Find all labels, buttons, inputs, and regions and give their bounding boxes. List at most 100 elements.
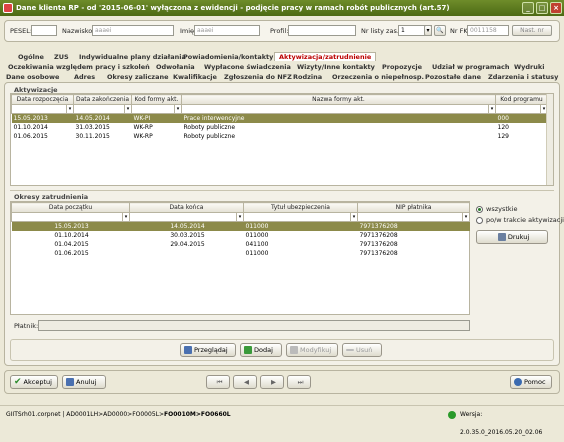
accept-button[interactable]: ✔ Akceptuj: [10, 375, 58, 389]
filter-dropdown-icon[interactable]: ▾: [488, 105, 495, 113]
browse-button[interactable]: Przeglądaj: [180, 343, 236, 357]
platnik-label: Płatnik:: [14, 322, 39, 330]
add-button[interactable]: Dodaj: [240, 343, 282, 357]
table-row[interactable]: 01.04.2015 29.04.2015 041100 7971376208: [12, 240, 470, 249]
okresy-grid[interactable]: Data początku Data końca Tytuł ubezpiecz…: [10, 201, 470, 315]
tab-dane-osobowe[interactable]: Dane osobowe: [6, 73, 59, 81]
cell: 01.06.2015: [13, 132, 48, 140]
tab-wyplacone[interactable]: Wypłacone świadczenia: [204, 63, 291, 71]
tab-kwalifikacje[interactable]: Kwalifikacje: [173, 73, 217, 81]
filter-cell[interactable]: ▾: [11, 104, 74, 114]
cell: 01.10.2014: [13, 123, 48, 131]
nazwisko-field[interactable]: aaaei: [92, 25, 174, 36]
cell: 041100: [245, 240, 269, 248]
cell: 30.03.2015: [170, 231, 205, 239]
tab-odwolania[interactable]: Odwołania: [156, 63, 195, 71]
modify-button[interactable]: Modyfikuj: [286, 343, 338, 357]
radio-icon[interactable]: [476, 205, 483, 213]
status-bar: GIITSrh01.corpnet | AD0001LH>AD0000>FO00…: [0, 405, 564, 436]
tab-zus[interactable]: ZUS: [54, 53, 69, 61]
vertical-scrollbar[interactable]: [546, 94, 553, 185]
table-row[interactable]: 15.05.2013 14.05.2014 WK-PI Prace interwenc…: [11, 113, 548, 123]
tab-oczekiwania[interactable]: Oczekiwania względem pracy i szkoleń: [8, 63, 150, 71]
nr-listy-dropdown-icon[interactable]: ▾: [424, 25, 432, 36]
table-row[interactable]: 15.05.2013 14.05.2014 011000 7971376208: [11, 221, 470, 231]
radio-icon[interactable]: [476, 216, 483, 224]
imie-field[interactable]: aaaei: [194, 25, 260, 36]
tab-aktywizacja[interactable]: Aktywizacja/zatrudnienie: [274, 52, 377, 61]
col-data-poczatku[interactable]: Data początku: [11, 202, 130, 213]
filter-dropdown-icon[interactable]: ▾: [462, 213, 469, 221]
filter-cell[interactable]: ▾: [181, 104, 496, 114]
filter-dropdown-icon[interactable]: ▾: [350, 213, 357, 221]
filter-cell[interactable]: ▾: [11, 212, 130, 222]
tab-pozostale[interactable]: Pozostałe dane: [425, 73, 481, 81]
filter-cell[interactable]: ▾: [495, 104, 548, 114]
tab-wizyty[interactable]: Wizyty/Inne kontakty: [297, 63, 375, 71]
col-data-zakonczenia[interactable]: Data zakończenia: [73, 94, 132, 105]
cell: 15.05.2013: [11, 113, 74, 123]
filter-dropdown-icon[interactable]: ▾: [174, 105, 181, 113]
col-nip-platnika[interactable]: NIP płatnika: [357, 202, 470, 213]
filter-cell[interactable]: ▾: [243, 212, 358, 222]
minus-icon: [346, 349, 354, 351]
table-row[interactable]: 01.06.2015 011000 7971376208: [12, 249, 470, 258]
nr-fk-field[interactable]: 0011158: [467, 25, 509, 36]
filter-dropdown-icon[interactable]: ▾: [236, 213, 243, 221]
last-record-button[interactable]: ⏭: [287, 375, 311, 389]
minimize-button[interactable]: _: [522, 2, 534, 14]
browse-label: Przeglądaj: [194, 346, 228, 354]
filter-dropdown-icon[interactable]: ▾: [122, 213, 129, 221]
platnik-field[interactable]: [38, 320, 470, 331]
tab-wydruki[interactable]: Wydruki: [514, 63, 544, 71]
tab-ogolne[interactable]: Ogólne: [18, 53, 44, 61]
table-row[interactable]: 01.10.2014 30.03.2015 011000 7971376208: [12, 231, 470, 240]
filter-cell[interactable]: ▾: [73, 104, 132, 114]
accept-label: Akceptuj: [23, 378, 52, 386]
col-kod-formy[interactable]: Kod formy akt.: [131, 94, 182, 105]
tab-zgloszenia-nfz[interactable]: Zgłoszenia do NFZ: [224, 73, 292, 81]
tab-rodzina[interactable]: Rodzina: [293, 73, 322, 81]
filter-dropdown-icon[interactable]: ▾: [124, 105, 131, 113]
table-row[interactable]: 01.10.2014 31.03.2015 WK-RP Roboty publiczn…: [12, 123, 548, 132]
filter-dropdown-icon[interactable]: ▾: [66, 105, 73, 113]
first-record-button[interactable]: ⏮: [206, 375, 230, 389]
profil-field[interactable]: [288, 25, 356, 36]
filter-cell[interactable]: ▾: [129, 212, 244, 222]
help-button[interactable]: Pomoc: [510, 375, 552, 389]
maximize-button[interactable]: □: [536, 2, 548, 14]
print-button[interactable]: Drukuj: [476, 230, 548, 244]
close-button[interactable]: ×: [550, 2, 562, 14]
tab-udzial[interactable]: Udział w programach: [432, 63, 509, 71]
cell: 011000: [245, 249, 269, 257]
radio-during[interactable]: po/w trakcie aktywizacji: [476, 216, 564, 224]
next-number-button[interactable]: Nast. nr: [512, 25, 552, 36]
col-kod-programu[interactable]: Kod programu: [495, 94, 548, 105]
tab-orzeczenia[interactable]: Orzeczenia o niepełnosp.: [332, 73, 424, 81]
cell: 011000: [245, 231, 269, 239]
delete-button[interactable]: Usuń: [342, 343, 382, 357]
table-row[interactable]: 01.06.2015 30.11.2015 WK-RP Roboty publiczn…: [12, 132, 548, 141]
radio-all[interactable]: wszystkie: [476, 205, 517, 213]
pesel-field[interactable]: [31, 25, 57, 36]
cancel-button[interactable]: Anuluj: [62, 375, 106, 389]
tab-propozycje[interactable]: Propozycje: [382, 63, 422, 71]
filter-cell[interactable]: ▾: [131, 104, 182, 114]
col-data-rozpoczecia[interactable]: Data rozpoczęcia: [11, 94, 74, 105]
tab-ipd[interactable]: Indywidualne plany działania: [79, 53, 186, 61]
filter-cell[interactable]: ▾: [357, 212, 470, 222]
prev-record-button[interactable]: ◀: [233, 375, 257, 389]
col-data-konca[interactable]: Data końca: [129, 202, 244, 213]
tab-adres[interactable]: Adres: [74, 73, 95, 81]
tab-zdarzenia[interactable]: Zdarzenia i statusy: [488, 73, 558, 81]
search-icon[interactable]: 🔍: [434, 25, 446, 36]
cell: 31.03.2015: [75, 123, 110, 131]
col-tytul-ubezpieczenia[interactable]: Tytuł ubezpieczenia: [243, 202, 358, 213]
cell: Prace interwencyjne: [181, 113, 496, 123]
tab-powiadomienia[interactable]: Powiadomienia/kontakty: [183, 53, 273, 61]
next-record-button[interactable]: ▶: [260, 375, 284, 389]
tab-okresy-zaliczane[interactable]: Okresy zaliczane: [107, 73, 169, 81]
aktywizacje-grid[interactable]: Data rozpoczęcia Data zakończenia Kod fo…: [10, 93, 554, 186]
okresy-title: Okresy zatrudnienia: [14, 193, 89, 201]
col-nazwa-formy[interactable]: Nazwa formy akt.: [181, 94, 496, 105]
